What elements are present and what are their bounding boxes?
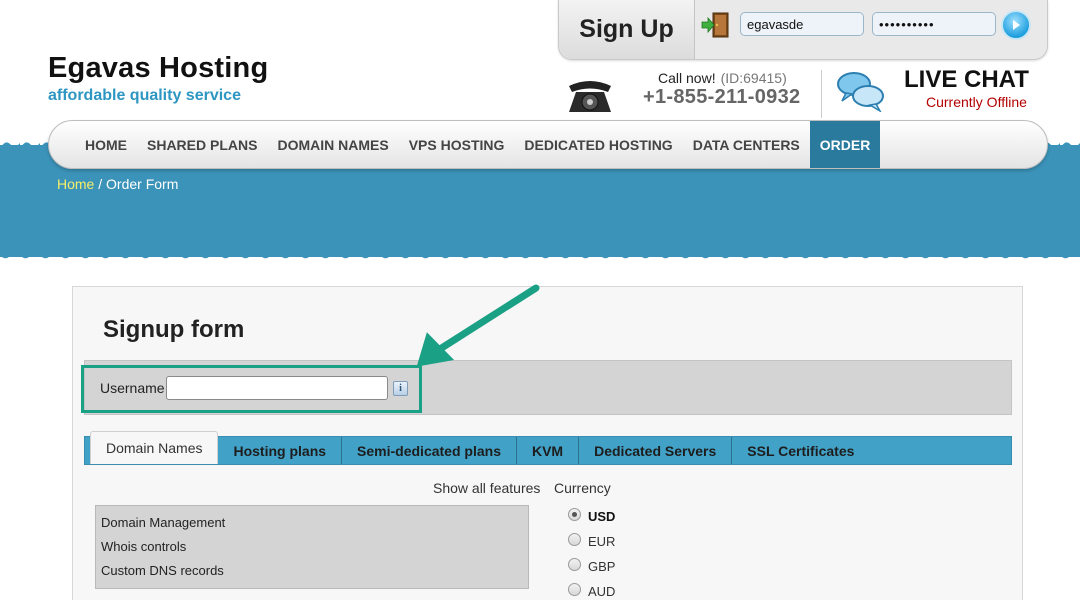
- feature-item: Domain Management: [101, 515, 226, 530]
- breadcrumb-current: Order Form: [106, 176, 179, 192]
- nav-shared-plans[interactable]: SHARED PLANS: [137, 121, 267, 168]
- username-input[interactable]: [166, 376, 388, 400]
- breadcrumb-separator: /: [94, 176, 107, 192]
- live-chat-title[interactable]: LIVE CHAT: [904, 66, 1029, 94]
- show-all-features-link[interactable]: Show all features: [433, 480, 540, 496]
- tab-hosting-plans[interactable]: Hosting plans: [218, 437, 341, 464]
- nav-home[interactable]: HOME: [75, 121, 137, 168]
- page: Egavas Hosting affordable quality servic…: [0, 0, 1080, 600]
- nav-data-centers[interactable]: DATA CENTERS: [683, 121, 810, 168]
- nav-dedicated-hosting[interactable]: DEDICATED HOSTING: [514, 121, 682, 168]
- tab-domain-names[interactable]: Domain Names: [90, 431, 219, 464]
- breadcrumb: Home / Order Form: [57, 176, 178, 192]
- telephone-icon: [569, 81, 611, 112]
- currency-radio-gbp[interactable]: [568, 558, 581, 571]
- wave-bottom-edge: [0, 249, 1080, 261]
- currency-radio-aud[interactable]: [568, 583, 581, 596]
- tab-ssl-certificates[interactable]: SSL Certificates: [731, 437, 869, 464]
- door-login-icon: [701, 12, 729, 38]
- nav-order[interactable]: ORDER: [809, 121, 881, 168]
- login-go-button[interactable]: [1001, 10, 1031, 40]
- nav-domain-names[interactable]: DOMAIN NAMES: [267, 121, 398, 168]
- login-password-input[interactable]: ••••••••••: [872, 12, 996, 36]
- info-icon[interactable]: i: [393, 381, 408, 396]
- currency-option-label: USD: [588, 509, 616, 524]
- feature-item: Custom DNS records: [101, 563, 224, 578]
- page-title: Signup form: [103, 316, 245, 343]
- breadcrumb-home[interactable]: Home: [57, 176, 94, 192]
- sign-up-button[interactable]: Sign Up: [559, 0, 695, 59]
- currency-option-label: AUD: [588, 584, 616, 599]
- header-divider: [821, 70, 822, 118]
- chat-status: Currently Offline: [926, 94, 1027, 110]
- tab-dedicated-servers[interactable]: Dedicated Servers: [578, 437, 731, 464]
- currency-option-label: GBP: [588, 559, 616, 574]
- logo-tagline: affordable quality service: [48, 87, 241, 104]
- currency-radio-eur[interactable]: [568, 533, 581, 546]
- currency-label: Currency: [554, 480, 611, 496]
- chat-bubbles-icon[interactable]: [836, 70, 886, 112]
- main-nav: HOME SHARED PLANS DOMAIN NAMES VPS HOSTI…: [48, 120, 1048, 169]
- username-label: Username: [100, 380, 165, 396]
- tab-kvm[interactable]: KVM: [515, 437, 578, 464]
- call-now-text: Call now! (ID:69415): [658, 70, 787, 86]
- play-arrow-icon: [1013, 20, 1020, 30]
- nav-vps-hosting[interactable]: VPS HOSTING: [399, 121, 515, 168]
- logo-title[interactable]: Egavas Hosting: [48, 52, 268, 85]
- call-id: (ID:69415): [720, 70, 787, 86]
- login-username-input[interactable]: egavasde: [740, 12, 864, 36]
- product-tabs: Domain Names Hosting plans Semi-dedicate…: [84, 431, 1012, 465]
- currency-radio-usd[interactable]: [568, 508, 581, 521]
- feature-item: Whois controls: [101, 539, 187, 554]
- currency-option-label: EUR: [588, 534, 616, 549]
- login-panel: Sign Up egavasde ••••••••••: [558, 0, 1048, 60]
- phone-number[interactable]: +1-855-211-0932: [643, 86, 800, 109]
- call-now-label: Call now!: [658, 70, 716, 86]
- tab-semi-dedicated-plans[interactable]: Semi-dedicated plans: [341, 437, 516, 464]
